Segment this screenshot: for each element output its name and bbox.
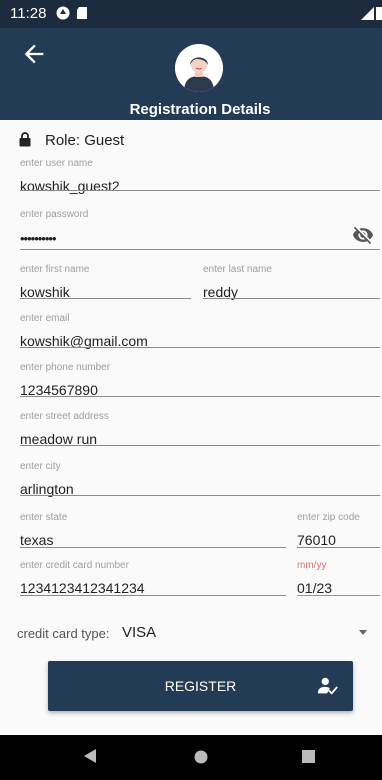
battery-icon xyxy=(376,7,382,20)
username-field[interactable]: enter user name kowshik_guest2 xyxy=(20,158,380,194)
person-check-icon xyxy=(317,677,338,695)
navigation-bar xyxy=(0,735,382,780)
expiry-placeholder: mm/yy xyxy=(297,560,327,571)
password-underline xyxy=(20,249,380,250)
nav-back-icon[interactable] xyxy=(83,748,97,764)
phone-field[interactable]: enter phone number 1234567890 xyxy=(20,362,380,398)
nav-recents-icon[interactable] xyxy=(302,750,315,763)
state-value: texas xyxy=(20,532,54,548)
email-placeholder: enter email xyxy=(20,313,70,324)
password-placeholder: enter password xyxy=(20,209,89,220)
register-label: REGISTER xyxy=(164,678,237,694)
last-name-field[interactable]: enter last name reddy xyxy=(203,264,380,300)
lock-icon xyxy=(19,132,31,147)
last-name-placeholder: enter last name xyxy=(203,264,272,275)
street-placeholder: enter street address xyxy=(20,411,109,422)
street-underline xyxy=(20,445,380,446)
nav-home-icon[interactable] xyxy=(194,750,208,764)
credit-card-number-value: 1234123412341234 xyxy=(20,580,145,596)
page-title: Registration Details xyxy=(129,101,271,118)
credit-card-type-value: VISA xyxy=(122,624,157,641)
avatar xyxy=(175,44,223,92)
zip-placeholder: enter zip code xyxy=(297,512,360,523)
first-name-underline xyxy=(20,298,191,299)
street-field[interactable]: enter street address meadow run xyxy=(20,411,380,447)
app-bar: Registration Details xyxy=(0,28,382,120)
expiry-field[interactable]: mm/yy 01/23 xyxy=(297,560,380,596)
username-placeholder: enter user name xyxy=(20,158,93,169)
password-field[interactable]: enter password •••••••••• xyxy=(20,209,380,250)
expiry-underline xyxy=(297,594,380,596)
avatar-icon xyxy=(175,44,223,92)
first-name-placeholder: enter first name xyxy=(20,264,90,275)
status-time: 11:28 xyxy=(10,5,47,22)
status-bar: 11:28 xyxy=(0,0,382,28)
back-arrow-icon[interactable] xyxy=(20,40,48,68)
zip-value: 76010 xyxy=(297,532,336,548)
username-underline xyxy=(20,190,380,191)
credit-card-type-label: credit card type: xyxy=(17,626,110,641)
sd-card-icon xyxy=(77,7,87,19)
city-placeholder: enter city xyxy=(20,461,61,472)
credit-card-number-field[interactable]: enter credit card number 123412341234123… xyxy=(20,560,286,596)
zip-field[interactable]: enter zip code 76010 xyxy=(297,512,380,548)
password-value: •••••••••• xyxy=(20,231,57,246)
dropdown-arrow-icon xyxy=(359,630,367,635)
first-name-field[interactable]: enter first name kowshik xyxy=(20,264,191,300)
role-text: Role: Guest xyxy=(45,132,124,149)
eye-off-icon[interactable] xyxy=(352,224,374,246)
username-value: kowshik_guest2 xyxy=(20,178,120,194)
email-underline xyxy=(20,347,380,348)
email-field[interactable]: enter email kowshik@gmail.com xyxy=(20,313,380,349)
role-label: Role: xyxy=(45,132,81,149)
signal-icon xyxy=(361,7,374,20)
notification-icon xyxy=(56,6,70,20)
zip-underline xyxy=(297,547,380,548)
credit-card-number-underline xyxy=(20,595,286,596)
phone-underline xyxy=(20,396,380,397)
credit-card-type-select[interactable]: credit card type: VISA xyxy=(17,624,373,644)
city-underline xyxy=(20,495,380,496)
phone-placeholder: enter phone number xyxy=(20,362,111,373)
credit-card-number-placeholder: enter credit card number xyxy=(20,560,129,571)
register-button[interactable]: REGISTER xyxy=(48,661,353,711)
state-field[interactable]: enter state texas xyxy=(20,512,286,548)
state-underline xyxy=(20,547,286,548)
state-placeholder: enter state xyxy=(20,512,68,523)
city-field[interactable]: enter city arlington xyxy=(20,461,380,497)
role-value: Guest xyxy=(84,132,125,149)
last-name-underline xyxy=(203,298,380,299)
